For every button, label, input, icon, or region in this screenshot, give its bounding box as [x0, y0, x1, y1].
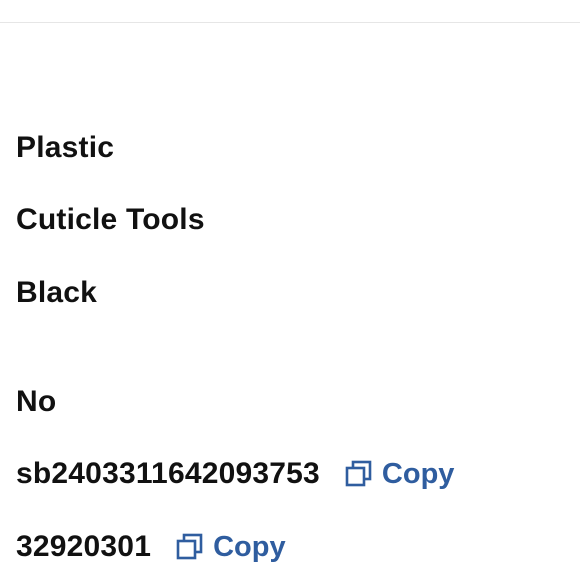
top-divider [0, 22, 580, 23]
copy-id-label: Copy [213, 530, 286, 563]
detail-row-material: Plastic [16, 128, 114, 168]
copy-sku-button[interactable]: Copy [344, 457, 455, 491]
detail-row-flag: No [16, 382, 56, 422]
id-value: 32920301 [16, 530, 152, 563]
sku-value: sb2403311642093753 [16, 457, 320, 490]
detail-row-color: Black [16, 273, 97, 313]
category-value: Cuticle Tools [16, 203, 205, 236]
copy-id-button[interactable]: Copy [175, 531, 286, 564]
copy-sku-label: Copy [381, 457, 455, 490]
color-value: Black [16, 276, 98, 309]
material-value: Plastic [16, 131, 115, 164]
flag-value: No [16, 385, 57, 418]
detail-row-category: Cuticle Tools [16, 200, 205, 240]
copy-icon [344, 459, 374, 489]
copy-icon [175, 532, 205, 562]
detail-row-id: 32920301 Copy [16, 527, 286, 567]
detail-row-sku: sb2403311642093753 Copy [16, 454, 454, 494]
